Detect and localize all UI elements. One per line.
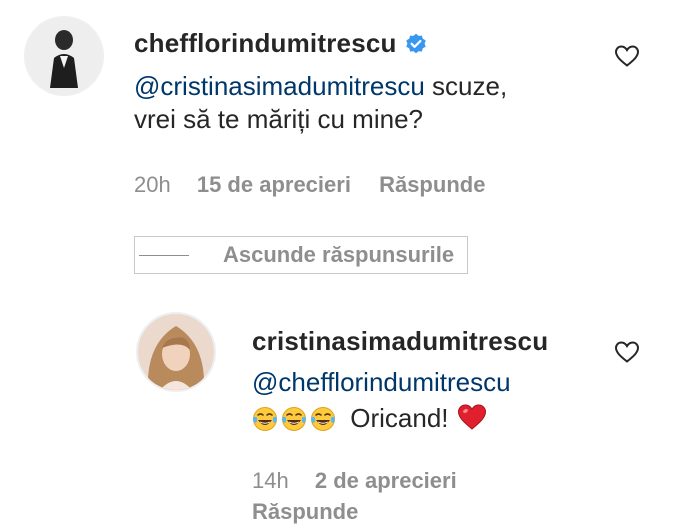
comment-username-text[interactable]: chefflorindumitrescu — [134, 28, 397, 58]
comment-time[interactable]: 20h — [134, 172, 171, 197]
tears-of-joy-emoji — [281, 406, 307, 440]
reply-like-button[interactable] — [614, 340, 640, 369]
reply-line-1: @chefflorindumitrescu — [252, 366, 511, 399]
comment-username[interactable]: chefflorindumitrescu — [134, 28, 427, 62]
comment-reply-button[interactable]: Răspunde — [379, 172, 485, 197]
heart-outline-icon — [614, 45, 640, 67]
comment-meta: 20h 15 de aprecieri Răspunde — [134, 172, 485, 198]
reply-text: Oricand! — [350, 403, 449, 433]
verified-badge-icon — [405, 31, 427, 62]
reply-body: @chefflorindumitrescu Oricand! — [252, 366, 511, 440]
reply-time[interactable]: 14h — [252, 468, 289, 493]
comment-line-2: vrei să te măriți cu mine? — [134, 104, 423, 134]
avatar-cristinasimadumitrescu[interactable] — [136, 312, 216, 392]
reply-reply-button[interactable]: Răspunde — [252, 499, 358, 525]
avatar-photo — [138, 314, 214, 390]
reply-line-2: Oricand! — [252, 402, 511, 440]
hide-replies-label: Ascunde răspunsurile — [223, 242, 455, 267]
hide-replies-button[interactable]: Ascunde răspunsurile — [134, 236, 468, 274]
tears-of-joy-emoji — [252, 406, 278, 440]
avatar-photo — [26, 18, 102, 94]
avatar-chefflorindumitrescu[interactable] — [24, 16, 104, 96]
reply-meta: 14h 2 de aprecieri — [252, 468, 457, 494]
replies-divider-line — [139, 254, 189, 256]
reply-mention-link[interactable]: @chefflorindumitrescu — [252, 367, 511, 397]
red-heart-emoji — [457, 403, 487, 439]
comment-likes-count[interactable]: 15 de aprecieri — [197, 172, 351, 197]
comment-text-part: scuze, — [424, 71, 508, 101]
comment-line-1: @cristinasimadumitrescu scuze, — [134, 70, 507, 103]
comment-body: @cristinasimadumitrescu scuze, vrei să t… — [134, 70, 507, 136]
heart-outline-icon — [614, 341, 640, 363]
comment-like-button[interactable] — [614, 44, 640, 73]
comment-mention-link[interactable]: @cristinasimadumitrescu — [134, 71, 425, 101]
tears-of-joy-emoji — [310, 406, 336, 440]
reply-likes-count[interactable]: 2 de aprecieri — [315, 468, 457, 493]
reply-username[interactable]: cristinasimadumitrescu — [252, 326, 548, 357]
